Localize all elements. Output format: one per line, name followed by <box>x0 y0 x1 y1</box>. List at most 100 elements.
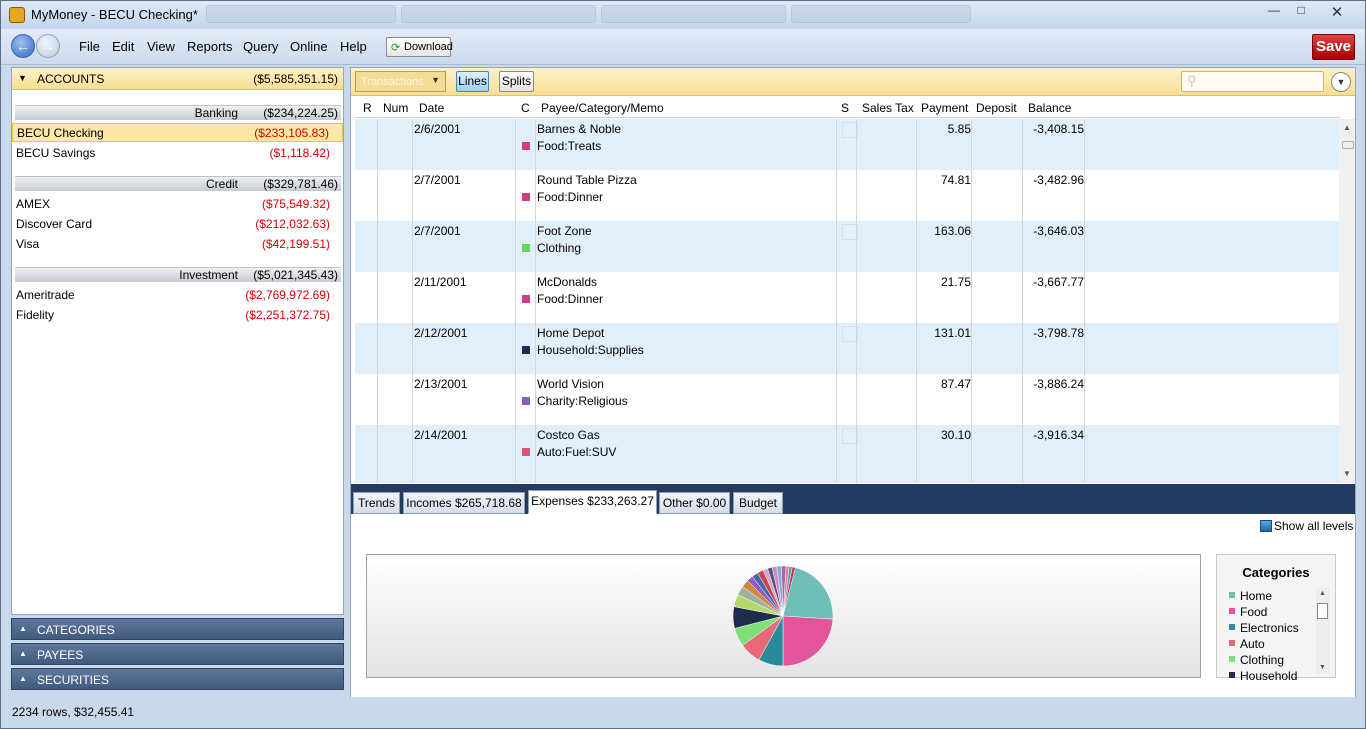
menu-online[interactable]: Online <box>290 39 328 54</box>
menu-reports[interactable]: Reports <box>187 39 233 54</box>
row-balance: -3,916.34 <box>1033 428 1084 442</box>
lines-toggle[interactable]: Lines <box>456 71 489 92</box>
table-row[interactable]: 2/6/2001 Barnes & Noble Food:Treats 5.85 -3,… <box>355 119 1340 170</box>
table-row[interactable]: 2/12/2001 Home Depot Household:Supplies 131… <box>355 323 1340 374</box>
table-row[interactable]: 2/7/2001 Round Table Pizza Food:Dinner 74.8… <box>355 170 1340 221</box>
section-categories[interactable]: ▲ CATEGORIES <box>11 618 344 640</box>
accounts-header[interactable]: ▼ ACCOUNTS ($5,585,351.15) <box>12 68 343 90</box>
category-color-swatch <box>522 448 530 456</box>
options-dropdown-button[interactable]: ▼ <box>1331 72 1351 92</box>
menu-query[interactable]: Query <box>243 39 278 54</box>
tab-trends[interactable]: Trends <box>353 492 400 514</box>
forward-button[interactable]: → <box>36 34 60 58</box>
row-balance: -3,667.77 <box>1033 275 1084 289</box>
row-payee: World Vision <box>537 377 604 391</box>
table-row[interactable]: 2/14/2001 Costco Gas Auto:Fuel:SUV 30.10 -3,… <box>355 425 1340 476</box>
transactions-toolbar: Transactions ▼ Lines Splits ⚲ ▼ <box>351 68 1355 96</box>
legend-item[interactable]: Home <box>1229 589 1272 603</box>
legend-item[interactable]: Clothing <box>1229 653 1284 667</box>
col-header-sales-tax[interactable]: Sales Tax <box>862 101 914 115</box>
back-button[interactable]: ← <box>11 34 35 58</box>
row-balance: -3,646.03 <box>1033 224 1084 238</box>
row-balance: -3,798.78 <box>1033 326 1084 340</box>
download-label: Download <box>404 41 453 53</box>
account-becu-savings[interactable]: BECU Savings ($1,118.42) <box>12 144 343 163</box>
legend-swatch <box>1229 640 1235 646</box>
account-ameritrade[interactable]: Ameritrade ($2,769,972.69) <box>12 286 343 305</box>
group-credit: Credit ($329,781.46) <box>15 176 341 191</box>
expenses-pie-chart <box>366 554 1201 678</box>
legend-item[interactable]: Auto <box>1229 637 1265 651</box>
maximize-button[interactable]: □ <box>1288 3 1314 21</box>
view-select[interactable]: Transactions ▼ <box>355 71 446 92</box>
account-becu-checking[interactable]: BECU Checking ($233,105.83) <box>12 123 343 142</box>
legend-item[interactable]: Household <box>1229 669 1297 683</box>
search-input[interactable]: ⚲ <box>1181 71 1324 92</box>
legend-label: Food <box>1240 605 1268 619</box>
legend-scrollbar[interactable]: ▲ ▼ <box>1316 588 1330 674</box>
scroll-thumb[interactable] <box>1342 141 1354 149</box>
col-header-s[interactable]: S <box>841 101 849 115</box>
account-discover-card[interactable]: Discover Card ($212,032.63) <box>12 215 343 234</box>
close-button[interactable]: ✕ <box>1324 3 1350 21</box>
account-visa[interactable]: Visa ($42,199.51) <box>12 235 343 254</box>
menu-view[interactable]: View <box>147 39 175 54</box>
row-balance: -3,482.96 <box>1033 173 1084 187</box>
section-label: CATEGORIES <box>37 623 115 637</box>
legend-item[interactable]: Food <box>1229 605 1267 619</box>
group-investment: Investment ($5,021,345.43) <box>15 267 341 282</box>
table-row[interactable] <box>355 476 1340 483</box>
row-payment: 5.85 <box>947 122 971 136</box>
col-header-c[interactable]: C <box>521 101 530 115</box>
minimize-button[interactable]: — <box>1261 3 1287 21</box>
menu-edit[interactable]: Edit <box>112 39 134 54</box>
col-header-date[interactable]: Date <box>419 101 444 115</box>
legend-item[interactable]: Electronics <box>1229 621 1299 635</box>
category-color-swatch <box>522 397 530 405</box>
account-balance: ($2,769,972.69) <box>245 288 330 302</box>
refresh-icon: ⟳ <box>391 42 401 54</box>
account-fidelity[interactable]: Fidelity ($2,251,372.75) <box>12 306 343 325</box>
chevron-down-icon: ▼ <box>431 75 440 85</box>
grid-scrollbar[interactable]: ▲ ▼ <box>1339 119 1355 483</box>
account-name: Fidelity <box>16 308 55 322</box>
section-securities[interactable]: ▲ SECURITIES <box>11 668 344 690</box>
section-payees[interactable]: ▲ PAYEES <box>11 643 344 665</box>
table-row[interactable]: 2/7/2001 Foot Zone Clothing 163.06 -3,646.03 <box>355 221 1340 272</box>
col-header-r[interactable]: R <box>363 101 372 115</box>
account-amex[interactable]: AMEX ($75,549.32) <box>12 195 343 214</box>
tab-other[interactable]: Other $0.00 <box>659 492 730 514</box>
row-category: Food:Dinner <box>537 190 604 204</box>
category-color-swatch <box>522 142 530 150</box>
row-date: 2/13/2001 <box>414 377 468 391</box>
save-button[interactable]: Save <box>1312 34 1355 60</box>
forward-arrow-icon: → <box>41 38 55 54</box>
tab-budget[interactable]: Budget <box>733 492 783 514</box>
row-date: 2/7/2001 <box>414 173 461 187</box>
tab-incomes[interactable]: Incomes $265,718.68 <box>403 492 525 514</box>
row-date: 2/12/2001 <box>414 326 468 340</box>
col-header-num[interactable]: Num <box>383 101 408 115</box>
table-row[interactable]: 2/11/2001 McDonalds Food:Dinner 21.75 -3,667… <box>355 272 1340 323</box>
show-all-levels-checkbox[interactable]: Show all levels <box>1260 519 1353 533</box>
splits-toggle[interactable]: Splits <box>499 71 534 92</box>
col-header-payee[interactable]: Payee/Category/Memo <box>541 101 664 115</box>
col-header-payment[interactable]: Payment <box>921 101 968 115</box>
account-name: Ameritrade <box>16 288 75 302</box>
title-bar: MyMoney - BECU Checking* — □ ✕ <box>1 1 1365 29</box>
menu-help[interactable]: Help <box>340 39 367 54</box>
account-name: Discover Card <box>16 217 93 231</box>
col-header-balance[interactable]: Balance <box>1028 101 1071 115</box>
account-balance: ($212,032.63) <box>255 217 330 231</box>
legend-label: Home <box>1240 589 1273 603</box>
download-button[interactable]: ⟳ Download <box>386 37 453 57</box>
pie-slice[interactable] <box>782 615 834 667</box>
col-header-deposit[interactable]: Deposit <box>976 101 1017 115</box>
scroll-thumb[interactable] <box>1317 603 1328 619</box>
account-balance: ($2,251,372.75) <box>245 308 330 322</box>
menu-file[interactable]: File <box>79 39 100 54</box>
expand-triangle-icon: ▲ <box>19 624 27 633</box>
table-row[interactable]: 2/13/2001 World Vision Charity:Religious 87… <box>355 374 1340 425</box>
tab-expenses[interactable]: Expenses $233,263.27 <box>528 490 657 514</box>
row-date: 2/11/2001 <box>414 275 467 289</box>
